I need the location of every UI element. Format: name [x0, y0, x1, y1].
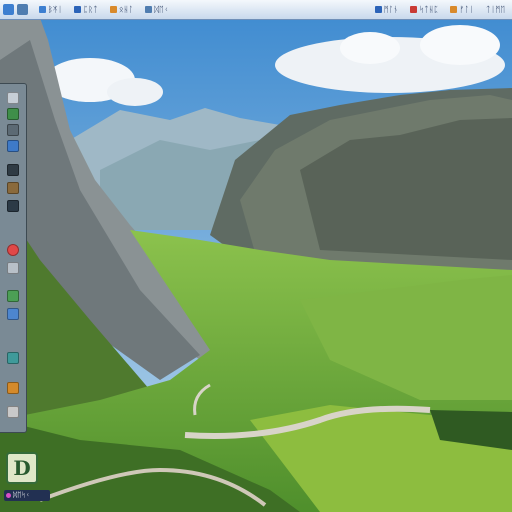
- brown-app-icon[interactable]: [7, 182, 19, 194]
- app-icon[interactable]: [7, 406, 19, 418]
- d-app-letter: D: [13, 456, 31, 480]
- dark-app-icon[interactable]: [7, 164, 19, 176]
- taskbar-right-item-label: ᛋᛏᚺᛈ: [419, 5, 439, 14]
- taskbar-item-label: ᛈᚱᛏ: [83, 5, 98, 14]
- d-app-icon[interactable]: D: [6, 452, 38, 484]
- app-icon[interactable]: [7, 262, 19, 274]
- taskbar-right-item-2[interactable]: ᚠᛚᛁ: [448, 3, 475, 17]
- desktop-icon-label[interactable]: ᛞᛖᛋᚲ: [4, 490, 50, 501]
- taskbar-item-label: ᛒᛡᛁ: [48, 5, 63, 14]
- taskbar-right-item-1[interactable]: ᛋᛏᚺᛈ: [408, 3, 440, 17]
- taskbar-item-label: ᛞᛖᚲ: [154, 5, 169, 14]
- red-app-icon: [410, 6, 418, 13]
- document-icon: [145, 6, 153, 13]
- green-app-icon[interactable]: [7, 290, 19, 302]
- taskbar-left-items: ᛒᛡᛁ ᛈᚱᛏ ᛟᚺᛚ ᛞᛖᚲ: [37, 3, 179, 17]
- dark-app-icon[interactable]: [7, 200, 19, 212]
- taskbar-right-items: ᛗᛚᚾ ᛋᛏᚺᛈ ᚠᛚᛁ: [373, 3, 484, 17]
- taskbar: ᛒᛡᛁ ᛈᚱᛏ ᛟᚺᛚ ᛞᛖᚲ ᛗᛚᚾ ᛋᛏᚺᛈ ᚠᛚᛁ ᛏᛁᛗᛖ: [0, 0, 512, 20]
- folder-icon: [39, 6, 46, 13]
- taskbar-item-3[interactable]: ᛞᛖᚲ: [143, 3, 170, 17]
- teal-app-icon[interactable]: [7, 352, 19, 364]
- status-dot-icon: [6, 493, 11, 498]
- orange-app-icon: [109, 6, 117, 13]
- blue-app-icon: [74, 6, 82, 13]
- taskbar-item-1[interactable]: ᛈᚱᛏ: [72, 3, 99, 17]
- orange-app-icon: [450, 6, 458, 13]
- taskbar-item-label: ᛟᚺᛚ: [118, 5, 134, 14]
- taskbar-right-item-0[interactable]: ᛗᛚᚾ: [373, 3, 400, 17]
- app-icon[interactable]: [17, 4, 28, 15]
- blue-app-icon[interactable]: [7, 308, 19, 320]
- app-icon[interactable]: [7, 124, 19, 136]
- desktop-icon-text: ᛞᛖᛋᚲ: [13, 491, 30, 499]
- blue-app-icon[interactable]: [7, 140, 19, 152]
- mountain-wallpaper: [0, 0, 512, 512]
- green-app-icon[interactable]: [7, 108, 19, 120]
- app-icon[interactable]: [7, 92, 19, 104]
- taskbar-right-item-label: ᛗᛚᚾ: [383, 5, 399, 14]
- record-icon[interactable]: [7, 244, 19, 256]
- start-icon[interactable]: [3, 4, 14, 15]
- orange-app-icon[interactable]: [7, 382, 19, 394]
- taskbar-item-2[interactable]: ᛟᚺᛚ: [108, 3, 135, 17]
- blue-app-icon: [374, 6, 382, 13]
- clock[interactable]: ᛏᛁᛗᛖ: [484, 3, 507, 17]
- taskbar-item-0[interactable]: ᛒᛡᛁ: [37, 3, 64, 17]
- left-dock: [0, 83, 27, 433]
- taskbar-right-item-label: ᚠᛚᛁ: [459, 5, 474, 14]
